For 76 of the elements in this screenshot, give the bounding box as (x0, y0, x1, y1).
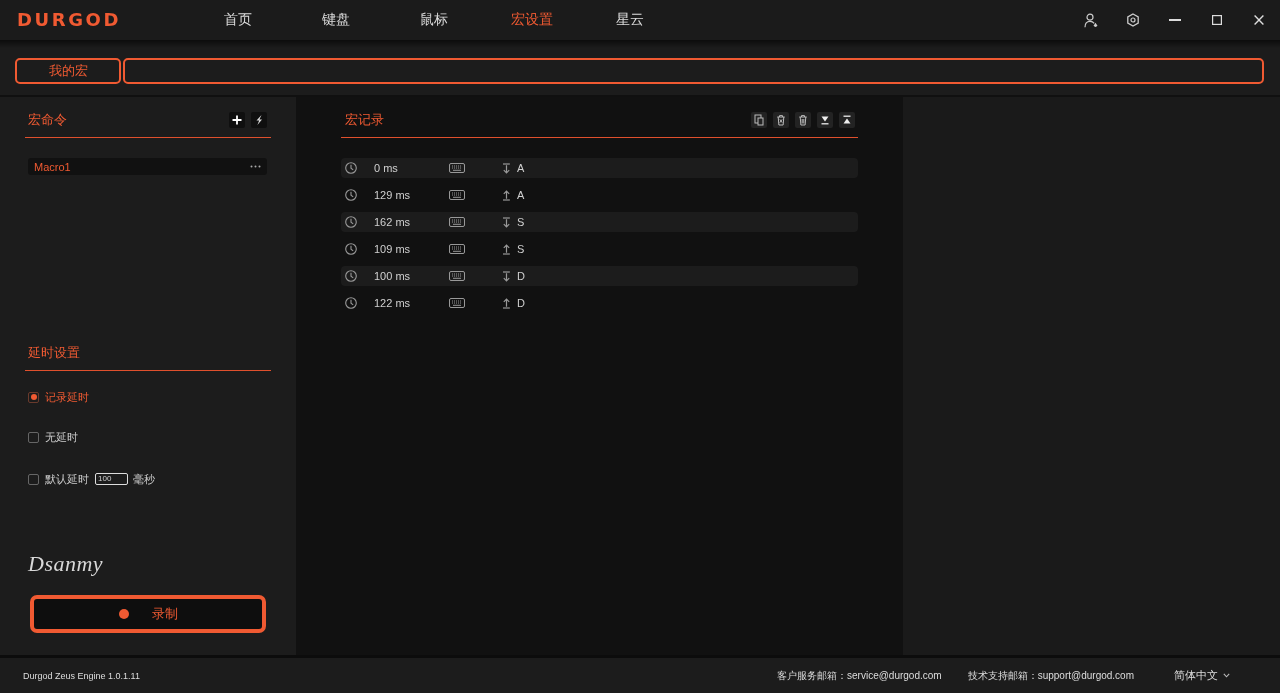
trash-x-icon[interactable] (773, 112, 789, 128)
record-row[interactable]: 129 ms A (341, 185, 858, 205)
user-icon[interactable] (1084, 12, 1098, 28)
logo: DURGOD (17, 9, 122, 30)
section-title: 延时设置 (28, 344, 80, 362)
key-label: D (517, 270, 525, 282)
lightning-icon[interactable] (251, 112, 267, 128)
arrow-up-from-bar-icon (502, 189, 511, 201)
caret-icon (1223, 673, 1230, 678)
clock-icon (345, 297, 357, 309)
record-row[interactable]: 0 ms A (341, 158, 858, 178)
nav-tab[interactable]: 星云 (614, 8, 646, 32)
arrow-down-from-bar-icon (502, 216, 511, 228)
input-field[interactable] (123, 58, 1264, 84)
clock-icon (345, 243, 357, 255)
key-label: S (517, 243, 525, 255)
delay-time: 109 ms (374, 243, 412, 255)
ellipsis-icon[interactable] (250, 165, 261, 168)
delay-time: 129 ms (374, 189, 412, 201)
nav-tab[interactable]: 鼠标 (418, 8, 450, 32)
macro-item[interactable]: Macro1 (28, 158, 267, 175)
option-label: 无延时 (45, 429, 78, 445)
delay-input[interactable]: 100 (95, 473, 128, 485)
version-text: Durgod Zeus Engine 1.0.1.11 (23, 670, 140, 681)
option-checkbox[interactable] (28, 391, 39, 403)
key-label: S (517, 216, 525, 228)
keyboard-icon (449, 298, 465, 308)
copy-icon[interactable] (751, 112, 767, 128)
arrow-down-from-bar-icon (502, 270, 511, 282)
keyboard-icon (449, 271, 465, 281)
option-label: 默认延时 (45, 471, 89, 487)
keyboard-icon (449, 244, 465, 254)
keyboard-icon (449, 190, 465, 200)
record-row[interactable]: 162 ms S (341, 212, 858, 232)
record-row[interactable]: 122 ms D (341, 293, 858, 313)
unit-label: 毫秒 (133, 471, 155, 487)
plus-icon[interactable] (229, 112, 245, 128)
option-checkbox[interactable] (28, 473, 39, 485)
settings-icon[interactable] (1126, 13, 1140, 27)
key-label: A (517, 162, 525, 174)
key-label: A (517, 189, 525, 201)
section-title: 宏命令 (28, 111, 67, 129)
signature: Dsanmy (28, 551, 104, 577)
key-label: D (517, 297, 525, 309)
maximize-icon[interactable] (1212, 15, 1222, 25)
move-to-bottom-icon[interactable] (817, 112, 833, 128)
close-icon[interactable] (1254, 15, 1264, 25)
record-dot-icon (118, 609, 129, 619)
delay-time: 100 ms (374, 270, 412, 282)
arrow-up-from-bar-icon (502, 243, 511, 255)
tab[interactable]: 我的宏 (15, 58, 121, 84)
option-label: 记录延时 (45, 389, 89, 405)
clock-icon (345, 270, 357, 282)
support-email: 技术支持邮箱：support@durgod.com (967, 668, 1134, 683)
nav-tab[interactable]: 键盘 (320, 8, 352, 32)
keyboard-icon (449, 163, 465, 173)
section-title: 宏记录 (345, 111, 384, 129)
delay-time: 162 ms (374, 216, 412, 228)
clock-icon (345, 162, 357, 174)
service-email: 客户服务邮箱：service@durgod.com (777, 668, 942, 683)
trash-icon[interactable] (795, 112, 811, 128)
keyboard-icon (449, 217, 465, 227)
language-dropdown[interactable]: 简体中文 (1174, 668, 1230, 683)
arrow-up-from-bar-icon (502, 297, 511, 309)
clock-icon (345, 189, 357, 201)
arrow-down-from-bar-icon (502, 162, 511, 174)
delay-time: 122 ms (374, 297, 412, 309)
record-row[interactable]: 100 ms D (341, 266, 858, 286)
record-button[interactable]: 录制 (30, 595, 266, 633)
clock-icon (345, 216, 357, 228)
option-checkbox[interactable] (28, 431, 39, 443)
move-to-top-icon[interactable] (839, 112, 855, 128)
record-row[interactable]: 109 ms S (341, 239, 858, 259)
nav-tab[interactable]: 首页 (222, 8, 254, 32)
nav-tab[interactable]: 宏设置 (509, 8, 555, 32)
delay-time: 0 ms (374, 162, 399, 174)
